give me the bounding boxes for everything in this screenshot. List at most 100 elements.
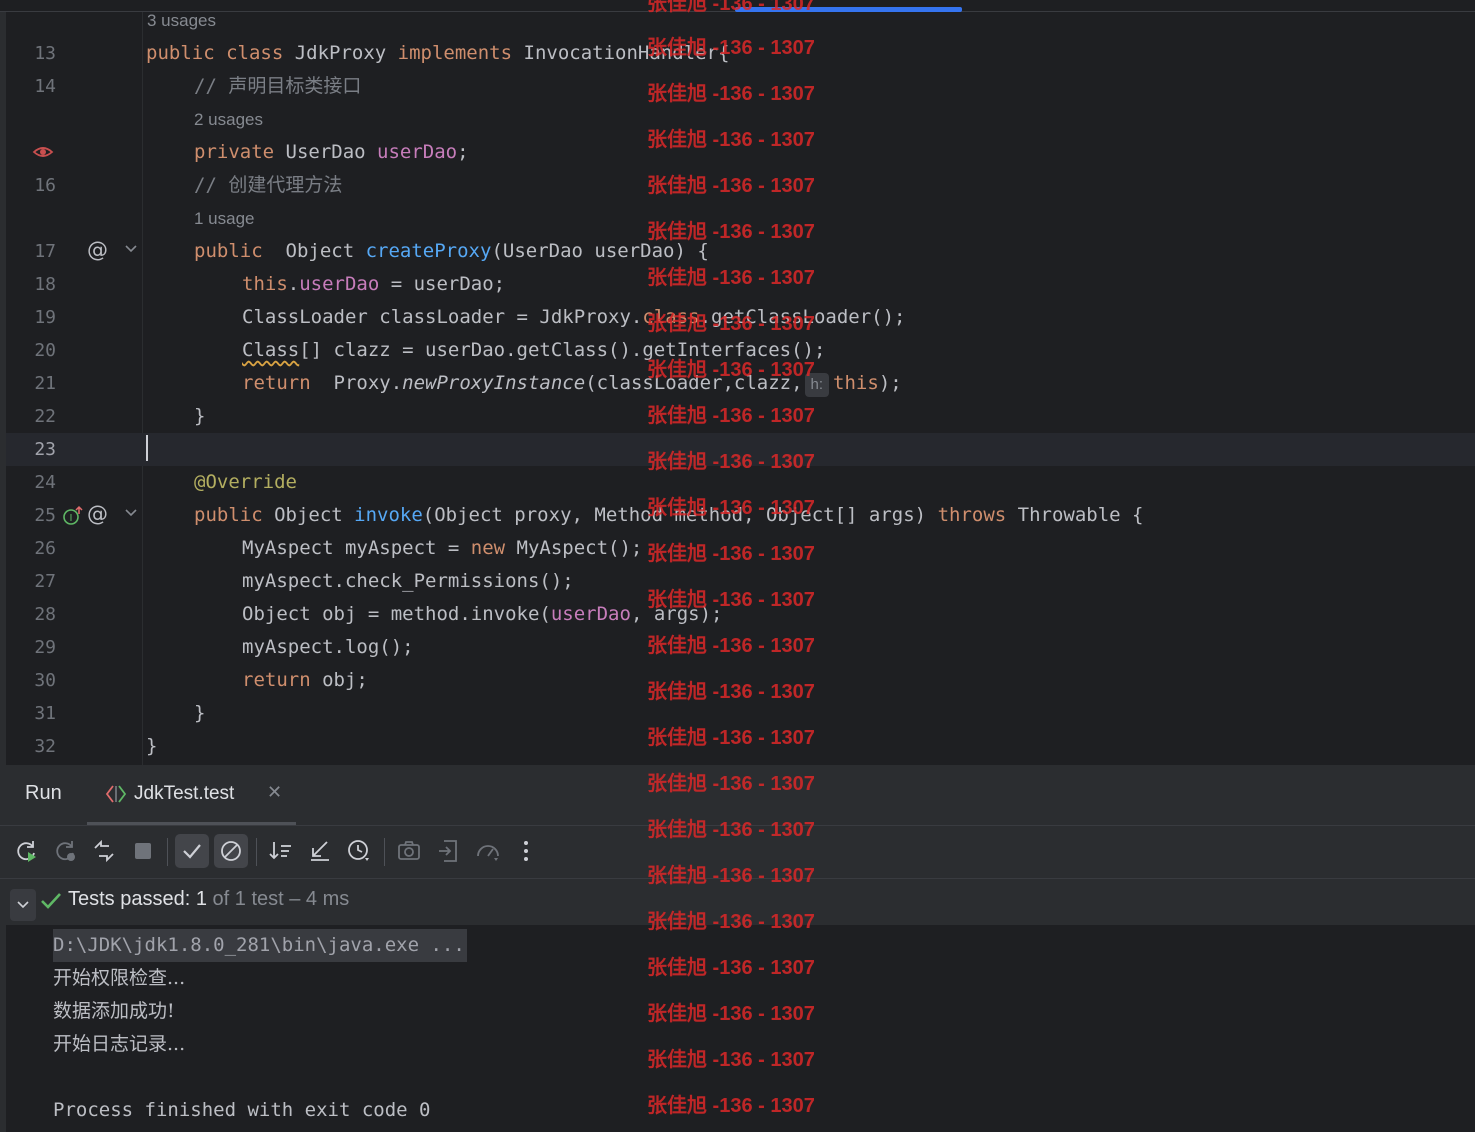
- code-line-18[interactable]: 18 this.userDao = userDao;: [6, 268, 1475, 301]
- run-tab-bar: Run JdkTest.test ✕: [0, 765, 1475, 826]
- export-icon[interactable]: [432, 834, 466, 868]
- code-text[interactable]: public Object createProxy(UserDao userDa…: [194, 235, 709, 268]
- code-line-26[interactable]: 26 MyAspect myAspect = new MyAspect();: [6, 532, 1475, 565]
- code-text[interactable]: Object obj = method.invoke(userDao, args…: [242, 598, 722, 631]
- screenshot-icon[interactable]: [392, 834, 426, 868]
- line-number: 23: [34, 439, 56, 460]
- at-implements-icon[interactable]: @: [87, 238, 108, 262]
- test-results-row[interactable]: Tests passed: 1 of 1 test – 4 ms: [6, 879, 1475, 925]
- code-line-22[interactable]: 22 }: [6, 400, 1475, 433]
- code-line-24[interactable]: 24 @Override: [6, 466, 1475, 499]
- line-number: 24: [34, 472, 56, 493]
- code-line-32[interactable]: 32 }: [6, 730, 1475, 763]
- code-line-23-current[interactable]: 23: [6, 433, 1475, 466]
- line-number: 20: [34, 340, 56, 361]
- line-number: 30: [34, 670, 56, 691]
- code-text[interactable]: public Object invoke(Object proxy, Metho…: [194, 499, 1143, 532]
- code-text[interactable]: return obj;: [242, 664, 368, 697]
- toolbar-separator: [256, 838, 257, 866]
- line-number: 27: [34, 571, 56, 592]
- line-number: 21: [34, 373, 56, 394]
- line-number: 19: [34, 307, 56, 328]
- code-line-28[interactable]: 28 Object obj = method.invoke(userDao, a…: [6, 598, 1475, 631]
- code-line-15[interactable]: private UserDao userDao;: [6, 136, 1475, 169]
- code-line-29[interactable]: 29 myAspect.log();: [6, 631, 1475, 664]
- line-number: 26: [34, 538, 56, 559]
- console-output[interactable]: D:\JDK\jdk1.8.0_281\bin\java.exe ... 开始权…: [6, 925, 1475, 1132]
- close-icon[interactable]: ✕: [267, 782, 282, 803]
- fold-chevron-icon[interactable]: [124, 505, 138, 524]
- parameter-hint: h:: [804, 373, 830, 397]
- class-usages-hint[interactable]: 3 usages: [147, 4, 216, 37]
- code-text[interactable]: public class JdkProxy implements Invocat…: [146, 37, 729, 70]
- line-number: 31: [34, 703, 56, 724]
- line-number: 17: [34, 241, 56, 262]
- code-text[interactable]: MyAspect myAspect = new MyAspect();: [242, 532, 642, 565]
- code-text[interactable]: myAspect.log();: [242, 631, 414, 664]
- code-text[interactable]: return Proxy.newProxyInstance(classLoade…: [242, 367, 902, 400]
- chevron-down-icon[interactable]: [10, 889, 36, 921]
- toolbar-separator: [167, 838, 168, 866]
- stop-icon[interactable]: [126, 834, 160, 868]
- svg-text:I: I: [70, 513, 73, 524]
- run-tool-window: Run JdkTest.test ✕ Tests passed: 1 of 1 …: [0, 765, 1475, 1132]
- console-command-line[interactable]: D:\JDK\jdk1.8.0_281\bin\java.exe ...: [53, 929, 467, 962]
- at-implements-icon[interactable]: @: [87, 502, 108, 526]
- code-line-13[interactable]: 13 public class JdkProxy implements Invo…: [6, 37, 1475, 70]
- history-icon[interactable]: [342, 834, 376, 868]
- more-icon[interactable]: [509, 834, 543, 868]
- show-ignored-icon[interactable]: [214, 834, 248, 868]
- rerun-icon[interactable]: [9, 834, 43, 868]
- code-text[interactable]: }: [194, 400, 205, 433]
- field-usages-hint[interactable]: 2 usages: [194, 103, 263, 136]
- line-number: 13: [34, 43, 56, 64]
- code-text[interactable]: this.userDao = userDao;: [242, 268, 505, 301]
- rerun-failed-icon[interactable]: [48, 834, 82, 868]
- code-comment[interactable]: // 创建代理方法: [194, 169, 342, 202]
- tests-passed-status: Tests passed: 1 of 1 test – 4 ms: [68, 888, 350, 910]
- code-line-30[interactable]: 30 return obj;: [6, 664, 1475, 697]
- line-number: 29: [34, 637, 56, 658]
- code-text[interactable]: private UserDao userDao;: [194, 136, 469, 169]
- tab-jdktest[interactable]: JdkTest.test ✕: [87, 765, 296, 825]
- code-text[interactable]: }: [146, 730, 157, 763]
- toolbar-separator: [384, 838, 385, 866]
- sort-icon[interactable]: [264, 834, 298, 868]
- code-text[interactable]: }: [194, 697, 205, 730]
- collapse-icon[interactable]: [303, 834, 337, 868]
- code-line-20[interactable]: 20 Class[] clazz = userDao.getClass().ge…: [6, 334, 1475, 367]
- code-line-19[interactable]: 19 ClassLoader classLoader = JdkProxy.cl…: [6, 301, 1475, 334]
- code-text[interactable]: Class[] clazz = userDao.getClass().getIn…: [242, 334, 825, 367]
- line-number: 32: [34, 736, 56, 757]
- coverage-icon[interactable]: [471, 834, 505, 868]
- check-icon: [40, 891, 62, 915]
- fold-chevron-icon[interactable]: [124, 241, 138, 260]
- code-line-27[interactable]: 27 myAspect.check_Permissions();: [6, 565, 1475, 598]
- code-comment[interactable]: // 声明目标类接口: [194, 70, 361, 103]
- code-text[interactable]: myAspect.check_Permissions();: [242, 565, 574, 598]
- toggle-auto-test-icon[interactable]: [87, 834, 121, 868]
- show-passed-icon[interactable]: [175, 834, 209, 868]
- code-line-31[interactable]: 31 }: [6, 697, 1475, 730]
- run-toolbar: [0, 826, 1475, 879]
- run-panel-title: Run: [25, 782, 62, 804]
- tab-label: JdkTest.test: [134, 783, 235, 804]
- code-line-17[interactable]: 17 @ public Object createProxy(UserDao u…: [6, 235, 1475, 268]
- code-line-25[interactable]: 25 I @ public Object invoke(Object proxy…: [6, 499, 1475, 532]
- line-number: 28: [34, 604, 56, 625]
- editor-tab-indicator: [735, 7, 962, 12]
- console-line: 开始权限检查...: [53, 967, 186, 989]
- console-line: 数据添加成功!: [53, 1000, 175, 1022]
- line-number: 22: [34, 406, 56, 427]
- code-line-21[interactable]: 21 return Proxy.newProxyInstance(classLo…: [6, 367, 1475, 400]
- code-text[interactable]: ClassLoader classLoader = JdkProxy.class…: [242, 301, 905, 334]
- code-editor[interactable]: 3 usages 13 public class JdkProxy implem…: [0, 0, 1475, 765]
- annotation-text[interactable]: @Override: [194, 466, 297, 499]
- eye-icon[interactable]: [32, 141, 54, 167]
- code-line-14[interactable]: 14 // 声明目标类接口: [6, 70, 1475, 103]
- tab-active-underline: [87, 822, 296, 825]
- console-exit-line: Process finished with exit code 0: [53, 1099, 431, 1121]
- override-up-icon[interactable]: I: [62, 505, 84, 531]
- method-usages-hint[interactable]: 1 usage: [194, 202, 255, 235]
- code-line-16[interactable]: 16 // 创建代理方法: [6, 169, 1475, 202]
